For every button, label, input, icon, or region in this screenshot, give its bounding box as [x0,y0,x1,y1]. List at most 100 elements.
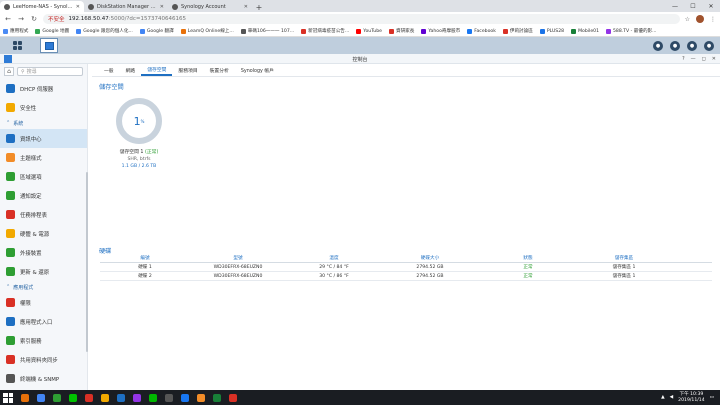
table-row[interactable]: 硬碟 2 WD30EFRX-68EUZN0 30 °C / 86 °F 2794.52… [100,272,712,281]
content-tab[interactable]: 網路 [120,64,142,76]
sidebar-item[interactable]: 權限 [0,293,87,312]
chat-icon[interactable]: ● [653,40,663,51]
sidebar-section-system[interactable]: ⌃ 系統 [0,117,87,129]
bookmark-item[interactable]: 應用程式 [3,28,28,34]
search-input[interactable]: ⚲ 搜尋 [17,67,83,76]
control-panel-taskbar-button[interactable] [40,38,58,53]
menu-icon[interactable]: ⋮ [710,16,716,23]
sidebar-item[interactable]: DHCP 伺服器 [0,79,87,98]
close-window-icon[interactable]: ✕ [702,0,720,12]
sidebar-item[interactable]: 任務排程表 [0,205,87,224]
bookmark-item[interactable]: 伊莉討論區 [502,28,533,34]
taskbar-app-icon[interactable] [69,393,77,402]
close-icon[interactable]: ✕ [244,4,248,10]
sidebar-item[interactable]: 資訊中心 [0,129,87,148]
close-icon[interactable]: ✕ [160,4,164,10]
taskbar-app-icon[interactable] [21,393,29,402]
taskbar-app-icon[interactable] [197,393,205,402]
user-icon[interactable]: ● [670,40,680,51]
taskbar-app-icon[interactable] [165,393,173,402]
sidebar-item[interactable]: 通知設定 [0,186,87,205]
bookmark-item[interactable]: 新冠病毒疫苗公告... [301,28,349,34]
column-header[interactable]: 型號 [190,255,286,261]
cell-model: WD30EFRX-68EUZN0 [213,273,263,279]
close-icon[interactable]: ✕ [712,56,716,62]
content-tab[interactable]: 一般 [98,64,120,76]
taskbar-app-icon[interactable] [181,393,189,402]
column-header[interactable]: 溫度 [286,255,382,261]
bookmark-item[interactable]: Facebook [467,28,496,34]
taskbar-app-icon[interactable] [53,393,61,402]
sidebar-item[interactable]: 索引服務 [0,331,87,350]
table-row[interactable]: 硬碟 1 WD30EFRX-68EUZN0 29 °C / 84 °F 2794.52… [100,263,712,272]
sidebar-scrollbar[interactable] [86,172,88,352]
bookmark-item[interactable]: Mobile01 [571,28,599,34]
maximize-icon[interactable]: ☐ [684,0,702,12]
url-input[interactable]: 不安全 192.168.50.47:5000/?dc=1573740646165 [43,14,680,24]
clock[interactable]: 下午 10:39 2019/11/14 [678,392,704,403]
sidebar-section-apps[interactable]: ⌃ 應用程式 [0,281,87,293]
windows-start-icon[interactable] [3,392,13,403]
content-tab[interactable]: Synology 帳戶 [235,64,280,76]
content-tab[interactable]: 裝置分析 [204,64,235,76]
sidebar-item-label: 任務排程表 [20,212,47,219]
sidebar-item[interactable]: 共用資料夾同步 [0,350,87,369]
search-icon[interactable]: ● [687,40,697,51]
reload-icon[interactable]: ↻ [30,15,38,23]
star-icon[interactable]: ☆ [685,16,690,23]
volume-icon[interactable]: ◀ [670,395,674,400]
sidebar-item[interactable]: 主題樣式 [0,148,87,167]
taskbar-app-icon[interactable] [117,393,125,402]
main-menu-button[interactable] [8,37,26,54]
sidebar-item[interactable]: 安全性 [0,98,87,117]
network-icon[interactable]: ▲ [661,395,665,400]
content-tab[interactable]: 服務項目 [172,64,203,76]
bookmark-item[interactable]: 車碼106一一一 107... [240,28,294,34]
profile-avatar[interactable] [696,15,704,23]
maximize-icon[interactable]: ◻ [702,56,706,62]
new-tab-button[interactable]: + [254,2,264,12]
column-header[interactable]: 狀態 [478,255,578,261]
minimize-icon[interactable]: — [691,56,696,62]
browser-tab-nas[interactable]: LeeHome-NAS - Synology Di ✕ [0,1,84,12]
column-header[interactable]: 硬碟大小 [382,255,478,261]
column-header[interactable]: 儲存集區 [578,255,670,261]
minimize-icon[interactable]: — [666,0,684,12]
browser-tab-dsm[interactable]: DiskStation Manager - Snowis ✕ [84,1,168,12]
sidebar-item[interactable]: 更新 & 還原 [0,262,87,281]
forward-icon[interactable]: → [17,15,25,23]
taskbar-app-icon[interactable] [149,393,157,402]
bookmark-item[interactable]: PLUS28 [539,28,564,34]
taskbar-app-icon[interactable] [101,393,109,402]
widgets-icon[interactable]: ● [704,40,714,51]
taskbar-app-icon[interactable] [133,393,141,402]
help-icon[interactable]: ? [682,56,685,62]
sidebar-item[interactable]: 終端機 & SNMP [0,369,87,388]
column-header[interactable]: 編號 [100,255,190,261]
taskbar-app-icon[interactable] [85,393,93,402]
cell-size: 2794.52 GB [416,264,444,270]
bookmark-item[interactable]: 資研家長 [388,28,414,34]
bookmark-item[interactable]: Google 跟您的個人化... [76,28,133,34]
bookmark-item[interactable]: 588.TV - 最優的影... [606,28,657,34]
sidebar-item[interactable]: 硬體 & 電源 [0,224,87,243]
notification-icon[interactable]: ▭ [710,395,714,400]
close-icon[interactable]: ✕ [76,4,80,10]
bookmark-item[interactable]: Yahoo奇摩股市 [421,28,460,34]
sidebar-item[interactable]: 外接裝置 [0,243,87,262]
url-path: :5000/?dc=1573740646165 [108,16,187,22]
sidebar-item[interactable]: 應用程式入口 [0,312,87,331]
content-tab[interactable]: 儲存空間 [141,64,173,76]
bookmark-label: Yahoo奇摩股市 [428,29,461,34]
bookmark-item[interactable]: Google 地圖 [35,28,69,34]
back-icon[interactable]: ← [4,15,12,23]
sidebar-item[interactable]: 區域選項 [0,167,87,186]
taskbar-app-icon[interactable] [213,393,221,402]
home-button[interactable]: ⌂ [4,67,14,76]
taskbar-app-icon[interactable] [229,393,237,402]
bookmark-item[interactable]: YouTube [356,28,382,34]
browser-tab-account[interactable]: Synology Account ✕ [168,1,252,12]
bookmark-item[interactable]: Google 翻譯 [139,28,174,34]
bookmark-item[interactable]: LeamQ Online線上... [180,28,234,34]
taskbar-app-icon[interactable] [37,393,45,402]
